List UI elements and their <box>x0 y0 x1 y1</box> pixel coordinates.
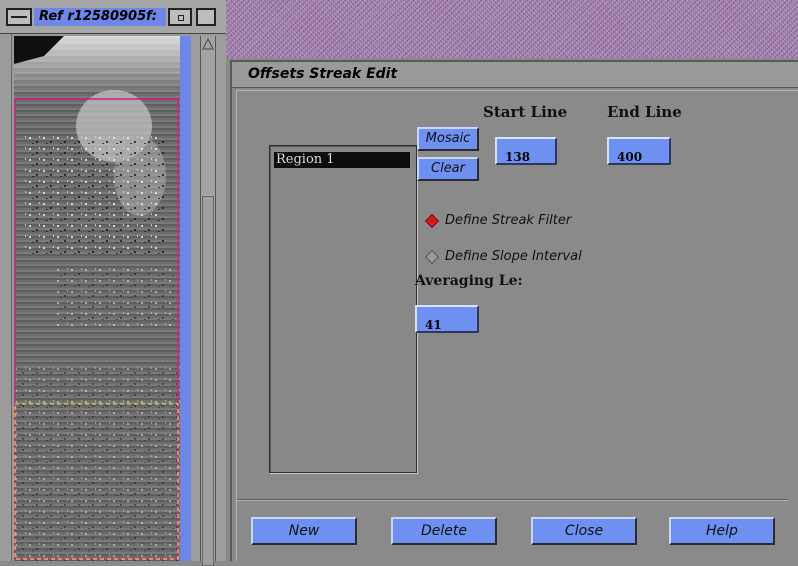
start-line-value: 138 <box>505 151 531 162</box>
close-button[interactable]: Close <box>531 517 637 545</box>
averaging-length-label: Averaging Le: <box>415 273 523 289</box>
image-window-left-border <box>0 34 12 561</box>
offset-image-view[interactable] <box>14 36 180 561</box>
end-line-value: 400 <box>617 151 643 162</box>
dialog-body: Region 1 Start Line End Line Mosaic Clea… <box>236 90 798 561</box>
minimize-icon <box>178 15 184 21</box>
averaging-length-field[interactable]: 41 <box>415 305 479 333</box>
define-slope-interval-label: Define Slope Interval <box>445 249 582 264</box>
define-slope-interval-option[interactable]: Define Slope Interval <box>424 249 605 267</box>
scroll-up-arrow-icon[interactable] <box>202 38 214 50</box>
region-list[interactable]: Region 1 <box>269 145 417 473</box>
menu-dash-icon <box>11 16 27 18</box>
delete-button[interactable]: Delete <box>391 517 497 545</box>
image-window-title: Ref r12580905f: <box>34 8 166 26</box>
clear-button[interactable]: Clear <box>417 157 479 181</box>
define-streak-filter-option[interactable]: Define Streak Filter <box>424 213 605 231</box>
dialog-titlebar: Offsets Streak Edit <box>232 62 798 88</box>
image-window: Ref r12580905f: <box>0 0 226 566</box>
averaging-length-value: 41 <box>425 319 442 330</box>
start-line-label: Start Line <box>483 103 568 121</box>
end-line-field[interactable]: 400 <box>607 137 671 165</box>
image-window-titlebar: Ref r12580905f: <box>0 0 226 34</box>
dialog-title: Offsets Streak Edit <box>248 66 398 82</box>
maximize-button[interactable] <box>196 8 216 26</box>
vertical-scrollbar[interactable] <box>200 36 216 566</box>
help-button[interactable]: Help <box>669 517 775 545</box>
minimize-button[interactable] <box>168 8 192 26</box>
image-window-accent <box>180 36 191 561</box>
new-button[interactable]: New <box>251 517 357 545</box>
radio-selected-icon <box>424 213 440 229</box>
offsets-streak-edit-dialog: Offsets Streak Edit Region 1 Start Line … <box>226 58 798 561</box>
start-line-field[interactable]: 138 <box>495 137 557 165</box>
define-streak-filter-label: Define Streak Filter <box>445 213 572 228</box>
radio-unselected-icon <box>424 249 440 265</box>
desktop-background <box>226 0 798 58</box>
window-menu-button[interactable] <box>6 8 32 26</box>
button-separator <box>237 499 788 501</box>
scroll-thumb[interactable] <box>202 196 214 566</box>
region-list-item[interactable]: Region 1 <box>274 152 410 168</box>
mosaic-button[interactable]: Mosaic <box>417 127 479 151</box>
end-line-label: End Line <box>607 103 682 121</box>
